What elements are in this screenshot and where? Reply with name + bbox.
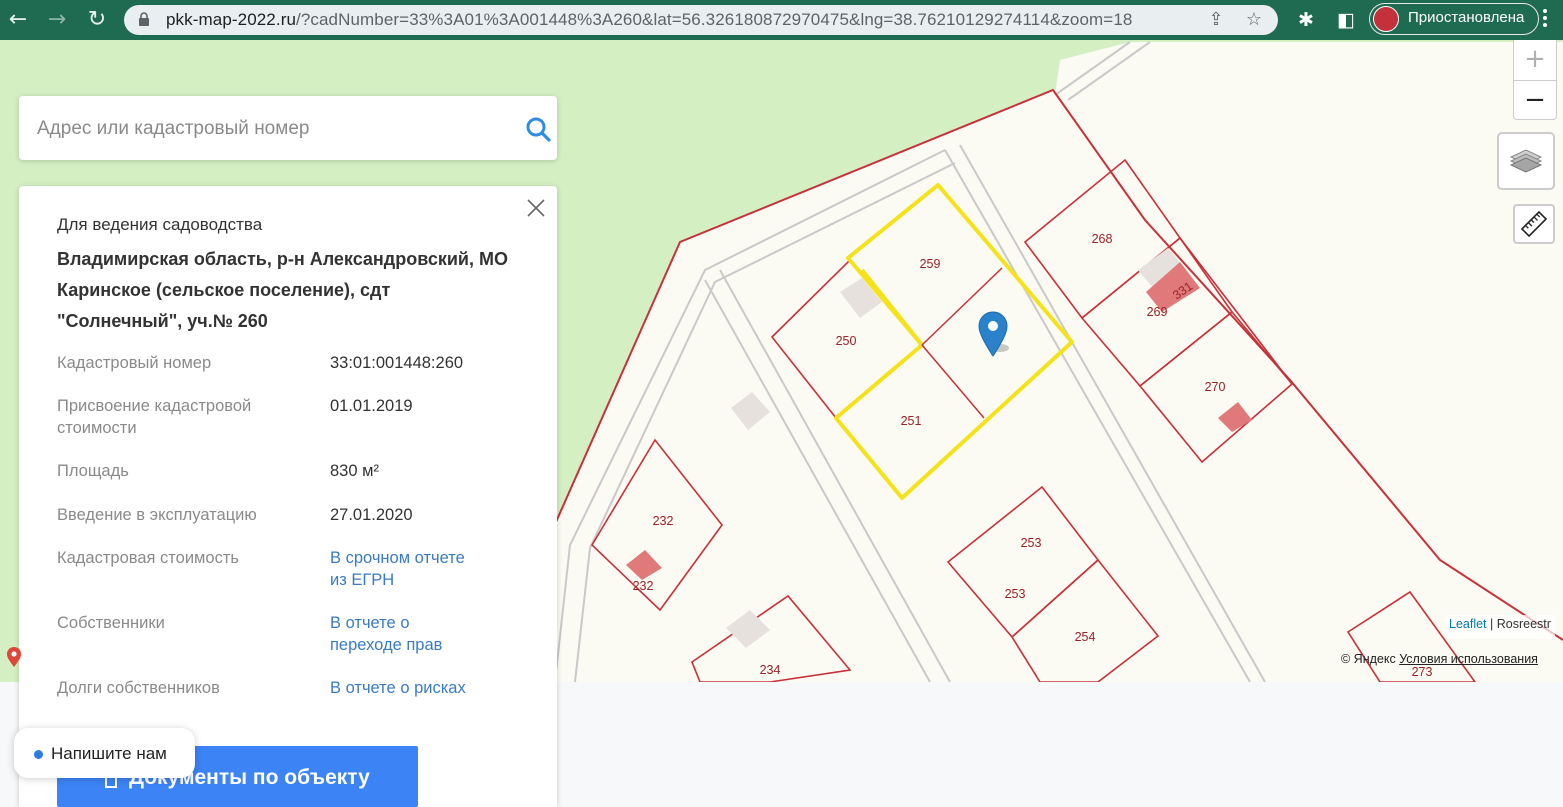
profile-button[interactable]: Приостановлена bbox=[1369, 3, 1539, 35]
layers-icon bbox=[1509, 149, 1543, 173]
parcel-info-panel: Для ведения садоводства Владимирская обл… bbox=[19, 186, 557, 807]
browser-toolbar: ← → ↻ pkk-map-2022.ru/?cadNumber=33%3A01… bbox=[0, 0, 1563, 40]
layers-button[interactable] bbox=[1497, 132, 1555, 190]
zoom-in-button[interactable]: + bbox=[1514, 40, 1556, 78]
lock-icon bbox=[139, 12, 149, 26]
reload-icon[interactable]: ↻ bbox=[83, 6, 111, 34]
chat-widget-button[interactable]: Напишите нам bbox=[14, 728, 195, 778]
url-text: pkk-map-2022.ru/?cadNumber=33%3A01%3A001… bbox=[166, 10, 1133, 29]
yandex-terms-link[interactable]: Условия использования bbox=[1399, 652, 1538, 666]
urgent-report-link[interactable]: В срочном отчете из ЕГРН bbox=[330, 547, 480, 591]
parcel-label-234: 234 bbox=[760, 663, 781, 677]
close-icon[interactable] bbox=[524, 196, 548, 220]
browser-menu-icon[interactable] bbox=[1543, 9, 1549, 30]
parcel-label-253: 253 bbox=[1021, 536, 1042, 550]
land-use-purpose: Для ведения садоводства bbox=[57, 215, 263, 234]
parcel-label-259: 259 bbox=[920, 257, 941, 271]
parcel-address: Владимирская область, р-н Александровски… bbox=[57, 249, 508, 331]
search-input[interactable] bbox=[35, 112, 499, 146]
ownership-report-link[interactable]: В отчете о переходе прав bbox=[330, 612, 480, 656]
risk-report-link[interactable]: В отчете о рисках bbox=[330, 677, 530, 699]
zoom-control: + − bbox=[1513, 40, 1557, 120]
star-icon[interactable]: ☆ bbox=[1242, 8, 1266, 32]
extensions-puzzle-icon[interactable]: ✱ bbox=[1293, 7, 1319, 33]
zoom-out-button[interactable]: − bbox=[1514, 80, 1556, 119]
parcel-label-251: 251 bbox=[901, 414, 922, 428]
share-icon[interactable]: ⇪ bbox=[1204, 8, 1228, 32]
online-dot-icon bbox=[34, 750, 43, 759]
parcel-label-253b: 253 bbox=[1005, 587, 1026, 601]
ruler-icon bbox=[1520, 210, 1548, 238]
parcel-label-268: 268 bbox=[1092, 232, 1113, 246]
parcel-label-273: 273 bbox=[1412, 665, 1433, 679]
measure-button[interactable] bbox=[1513, 204, 1555, 244]
leaflet-link[interactable]: Leaflet bbox=[1449, 617, 1487, 631]
search-icon[interactable] bbox=[524, 115, 552, 143]
parcel-label-232b: 232 bbox=[633, 579, 654, 593]
search-box bbox=[19, 96, 557, 160]
parcel-label-269: 269 bbox=[1147, 305, 1168, 319]
parcel-label-270: 270 bbox=[1205, 380, 1226, 394]
yandex-attribution: © Яндекс Условия использования bbox=[1341, 652, 1538, 666]
parcel-label-254: 254 bbox=[1075, 630, 1096, 644]
avatar bbox=[1373, 6, 1399, 32]
forward-arrow-icon[interactable]: → bbox=[43, 6, 71, 34]
parcel-label-250: 250 bbox=[836, 334, 857, 348]
map-attribution: Leaflet | Rosreestr bbox=[1445, 615, 1555, 639]
side-panel-icon[interactable]: ◧ bbox=[1333, 7, 1359, 33]
parcel-label-232: 232 bbox=[653, 514, 674, 528]
back-arrow-icon[interactable]: ← bbox=[4, 6, 32, 34]
address-bar[interactable]: pkk-map-2022.ru/?cadNumber=33%3A01%3A001… bbox=[124, 5, 1278, 35]
map-pin-icon[interactable] bbox=[6, 646, 22, 668]
profile-status: Приостановлена bbox=[1408, 9, 1525, 26]
